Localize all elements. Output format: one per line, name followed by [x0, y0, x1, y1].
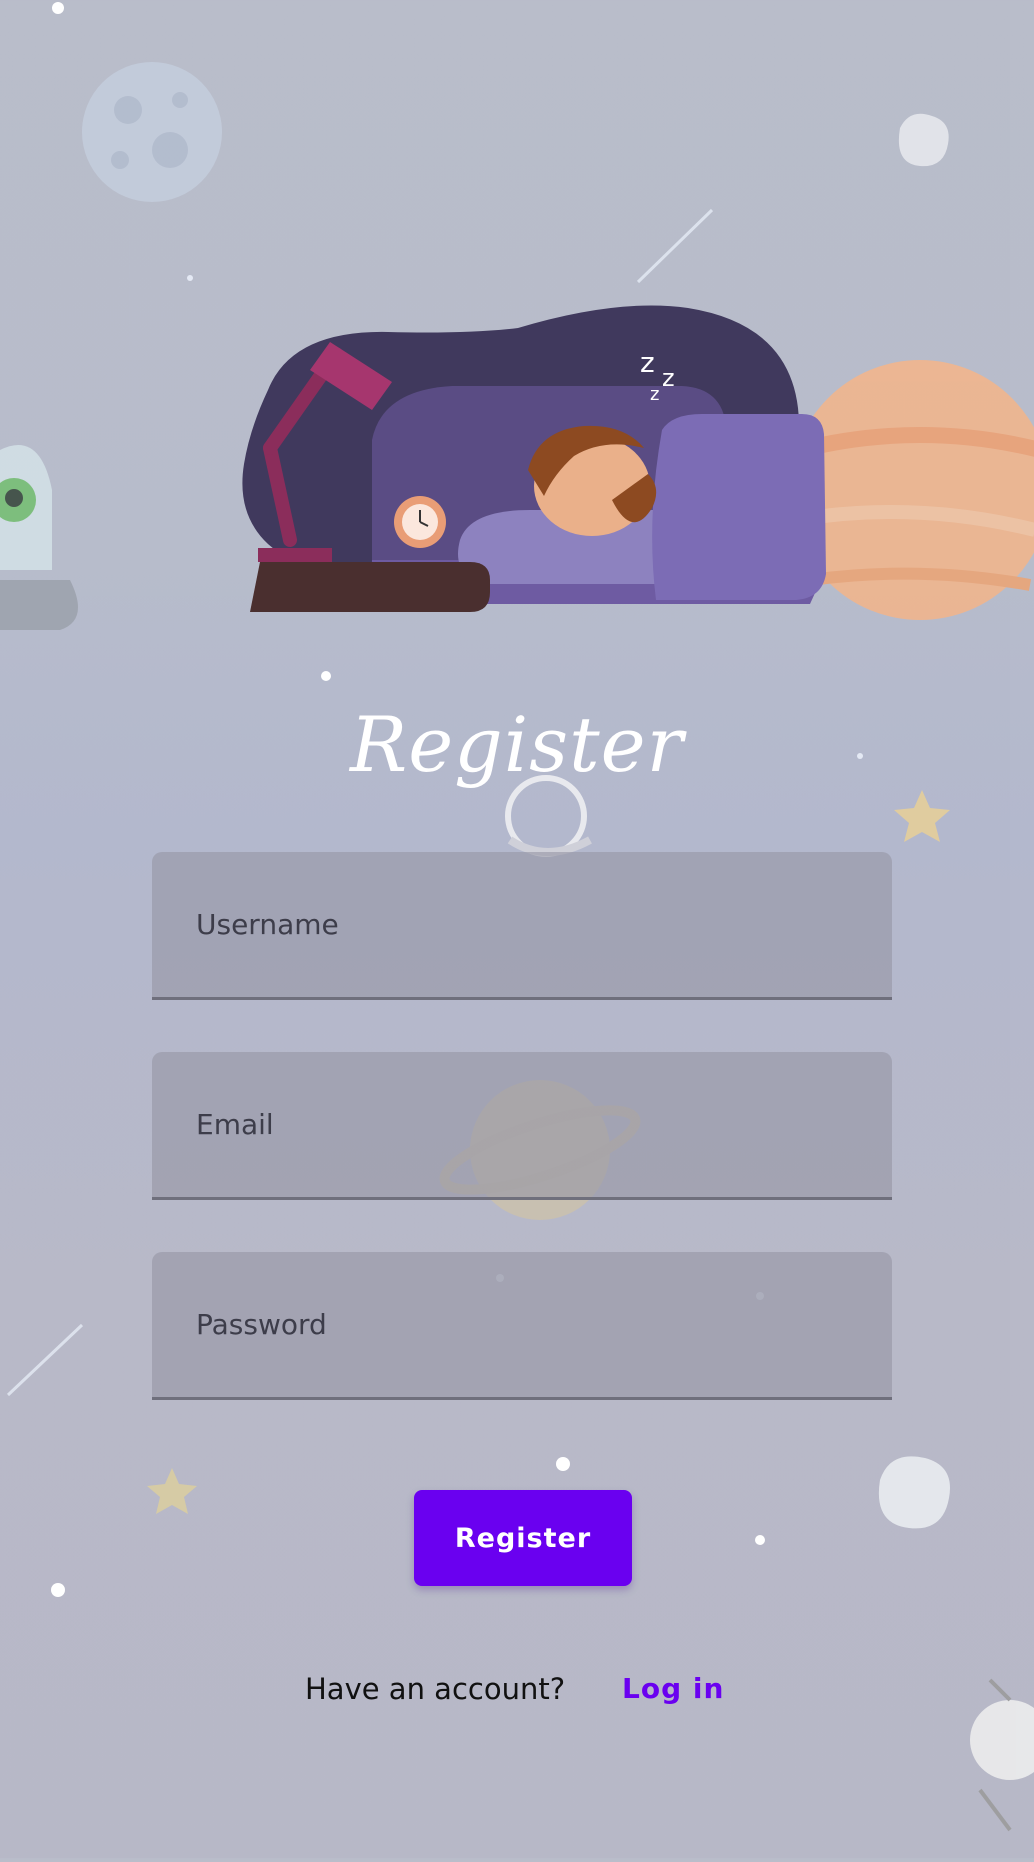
page-title: Register — [349, 700, 684, 789]
footer: Have an account? Log in — [0, 1672, 1034, 1722]
alien-icon — [0, 445, 78, 630]
asteroid-icon — [898, 113, 949, 167]
register-button[interactable]: Register — [414, 1490, 632, 1586]
svg-text:z: z — [650, 384, 659, 405]
password-input[interactable] — [152, 1252, 892, 1397]
star-icon — [894, 790, 950, 842]
email-input[interactable] — [152, 1052, 892, 1197]
shooting-star-icon — [636, 208, 714, 284]
svg-text:z: z — [662, 364, 675, 392]
have-account-label: Have an account? — [305, 1672, 566, 1706]
asteroid-icon — [878, 1456, 950, 1529]
star-icon — [147, 1468, 197, 1514]
svg-text:z: z — [640, 346, 655, 379]
sleeping-illustration: z z z — [242, 305, 826, 612]
password-field-container — [152, 1252, 892, 1400]
ring-icon — [505, 775, 592, 857]
planet-icon — [790, 360, 1034, 620]
shooting-star-icon — [6, 1323, 84, 1397]
email-field-container — [152, 1052, 892, 1200]
login-link[interactable]: Log in — [622, 1672, 724, 1705]
moon-icon — [82, 62, 222, 202]
username-field-container — [152, 852, 892, 1000]
username-input[interactable] — [152, 852, 892, 997]
